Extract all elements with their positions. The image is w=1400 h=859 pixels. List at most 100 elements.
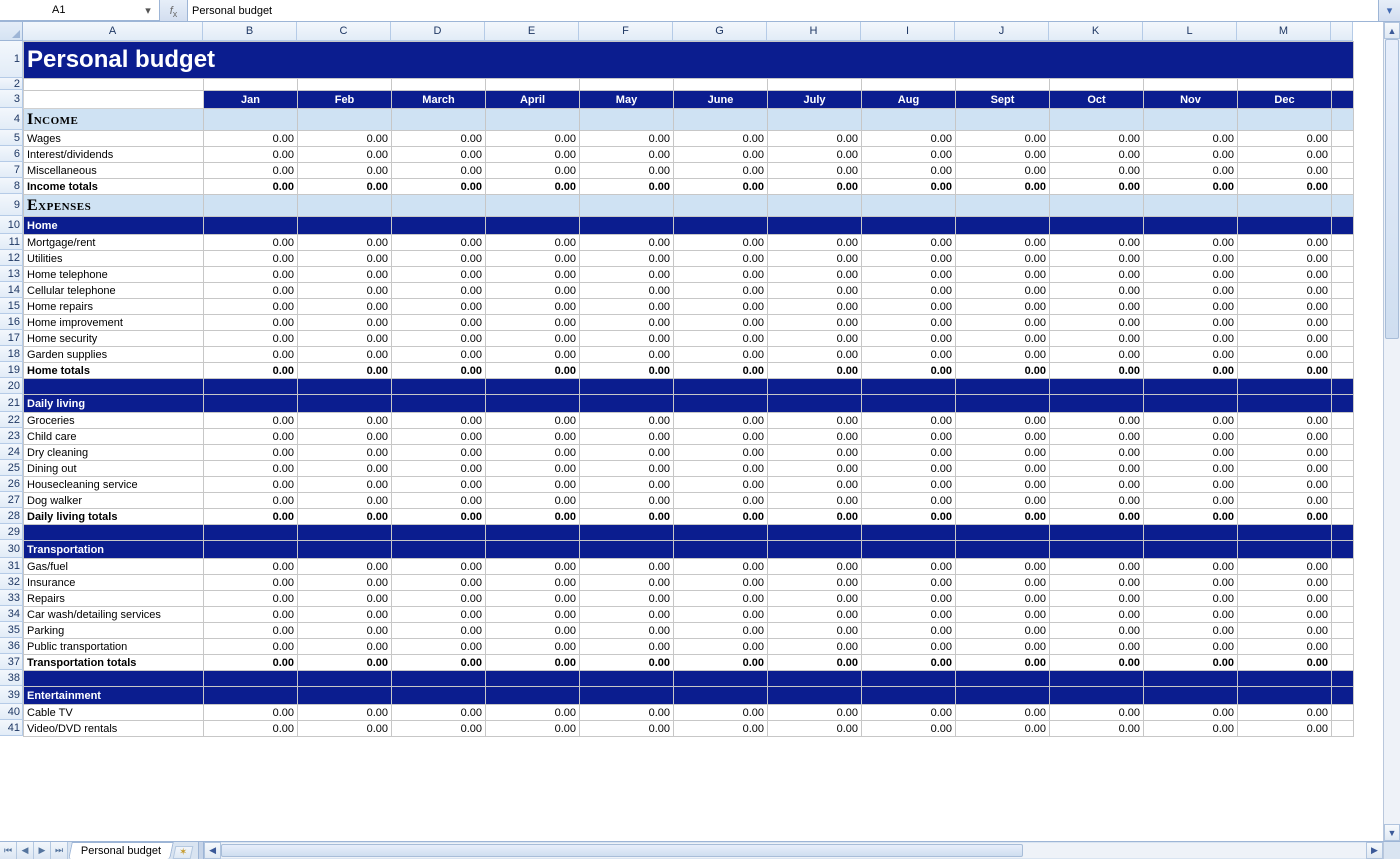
cell-value[interactable]: 0.00	[956, 477, 1050, 493]
cell-value[interactable]: 0.00	[862, 591, 956, 607]
cell-value[interactable]: 0.00	[768, 163, 862, 179]
cell-value[interactable]: 0.00	[956, 721, 1050, 737]
row-label[interactable]: Cable TV	[24, 705, 204, 721]
cell-value[interactable]: 0.00	[1050, 429, 1144, 445]
cell-partial[interactable]	[1332, 131, 1354, 147]
group-header-cell[interactable]	[768, 687, 862, 705]
cell-value[interactable]: 0.00	[1238, 299, 1332, 315]
cell-value[interactable]: 0.00	[298, 299, 392, 315]
title-cell[interactable]: Personal budget	[24, 42, 1354, 79]
spacer-cell[interactable]	[298, 671, 392, 687]
row-header-27[interactable]: 27	[0, 492, 23, 508]
spacer-cell[interactable]	[24, 379, 204, 395]
row-header-34[interactable]: 34	[0, 606, 23, 622]
row-header-20[interactable]: 20	[0, 378, 23, 394]
column-header-e[interactable]: E	[485, 22, 579, 41]
section-header-cell[interactable]	[486, 195, 580, 217]
row-header-17[interactable]: 17	[0, 330, 23, 346]
empty-cell[interactable]	[1144, 79, 1238, 91]
cell-value[interactable]: 0.00	[486, 363, 580, 379]
row-label[interactable]: Mortgage/rent	[24, 235, 204, 251]
cell-value[interactable]: 0.00	[768, 623, 862, 639]
spacer-cell[interactable]	[392, 671, 486, 687]
cell-value[interactable]: 0.00	[956, 705, 1050, 721]
cell-value[interactable]: 0.00	[204, 477, 298, 493]
group-header-cell[interactable]	[674, 541, 768, 559]
group-header-cell[interactable]	[1238, 687, 1332, 705]
group-header-cell[interactable]	[862, 541, 956, 559]
cell-value[interactable]: 0.00	[862, 721, 956, 737]
cell-partial[interactable]	[1332, 235, 1354, 251]
cell-value[interactable]: 0.00	[298, 607, 392, 623]
totals-label[interactable]: Daily living totals	[24, 509, 204, 525]
cell-value[interactable]: 0.00	[486, 315, 580, 331]
cell-value[interactable]: 0.00	[298, 331, 392, 347]
cell-value[interactable]: 0.00	[298, 429, 392, 445]
row-label[interactable]: Dog walker	[24, 493, 204, 509]
cell-partial[interactable]	[1332, 363, 1354, 379]
section-header-cell[interactable]	[204, 109, 298, 131]
cell-value[interactable]: 0.00	[674, 493, 768, 509]
cell-value[interactable]: 0.00	[298, 655, 392, 671]
group-header-cell[interactable]	[862, 217, 956, 235]
cell-value[interactable]: 0.00	[392, 655, 486, 671]
cell-value[interactable]: 0.00	[1050, 477, 1144, 493]
cell-value[interactable]: 0.00	[1144, 591, 1238, 607]
cell-value[interactable]: 0.00	[580, 429, 674, 445]
spacer-cell[interactable]	[1238, 379, 1332, 395]
cell-value[interactable]: 0.00	[956, 163, 1050, 179]
scroll-left-button[interactable]: ◀	[204, 842, 221, 859]
horizontal-scroll-track[interactable]	[221, 843, 1366, 858]
cell-value[interactable]: 0.00	[1050, 575, 1144, 591]
row-label[interactable]: Child care	[24, 429, 204, 445]
group-header-cell[interactable]	[1050, 687, 1144, 705]
scroll-up-button[interactable]: ▲	[1384, 22, 1400, 39]
spacer-cell[interactable]	[1144, 671, 1238, 687]
spacer-cell[interactable]	[1050, 671, 1144, 687]
cell-value[interactable]: 0.00	[956, 445, 1050, 461]
row-header-13[interactable]: 13	[0, 266, 23, 282]
totals-label[interactable]: Home totals	[24, 363, 204, 379]
cell-value[interactable]: 0.00	[580, 721, 674, 737]
tab-nav-first-icon[interactable]: ⏮	[0, 842, 17, 859]
cell-value[interactable]: 0.00	[956, 639, 1050, 655]
cell-value[interactable]: 0.00	[862, 655, 956, 671]
row-header-35[interactable]: 35	[0, 622, 23, 638]
cell-value[interactable]: 0.00	[298, 147, 392, 163]
group-header-cell[interactable]	[956, 541, 1050, 559]
row-header-32[interactable]: 32	[0, 574, 23, 590]
empty-cell[interactable]	[204, 79, 298, 91]
cell-value[interactable]: 0.00	[956, 575, 1050, 591]
row-header-24[interactable]: 24	[0, 444, 23, 460]
cell-value[interactable]: 0.00	[1050, 299, 1144, 315]
month-header-sept[interactable]: Sept	[956, 91, 1050, 109]
cell-value[interactable]: 0.00	[768, 363, 862, 379]
cell-value[interactable]: 0.00	[486, 477, 580, 493]
cell-value[interactable]: 0.00	[392, 477, 486, 493]
row-label[interactable]: Insurance	[24, 575, 204, 591]
cell-value[interactable]: 0.00	[392, 147, 486, 163]
row-label[interactable]: Parking	[24, 623, 204, 639]
spacer-cell[interactable]	[24, 525, 204, 541]
cell-value[interactable]: 0.00	[486, 493, 580, 509]
cell-value[interactable]: 0.00	[1050, 655, 1144, 671]
cell-value[interactable]: 0.00	[298, 461, 392, 477]
cell-value[interactable]: 0.00	[580, 163, 674, 179]
cell-value[interactable]: 0.00	[862, 477, 956, 493]
row-label[interactable]: Gas/fuel	[24, 559, 204, 575]
row-header-6[interactable]: 6	[0, 146, 23, 162]
spacer-cell[interactable]	[204, 525, 298, 541]
spacer-cell[interactable]	[580, 671, 674, 687]
cell-partial[interactable]	[1332, 429, 1354, 445]
cell-value[interactable]: 0.00	[298, 639, 392, 655]
name-box-dropdown-icon[interactable]: ▾	[141, 4, 155, 17]
cell-value[interactable]: 0.00	[956, 299, 1050, 315]
cell-value[interactable]: 0.00	[1050, 235, 1144, 251]
row-label[interactable]: Home telephone	[24, 267, 204, 283]
cell-value[interactable]: 0.00	[956, 559, 1050, 575]
spacer-cell[interactable]	[204, 379, 298, 395]
cell-value[interactable]: 0.00	[1050, 591, 1144, 607]
cell-value[interactable]: 0.00	[862, 623, 956, 639]
row-header-31[interactable]: 31	[0, 558, 23, 574]
group-header-cell[interactable]	[674, 217, 768, 235]
